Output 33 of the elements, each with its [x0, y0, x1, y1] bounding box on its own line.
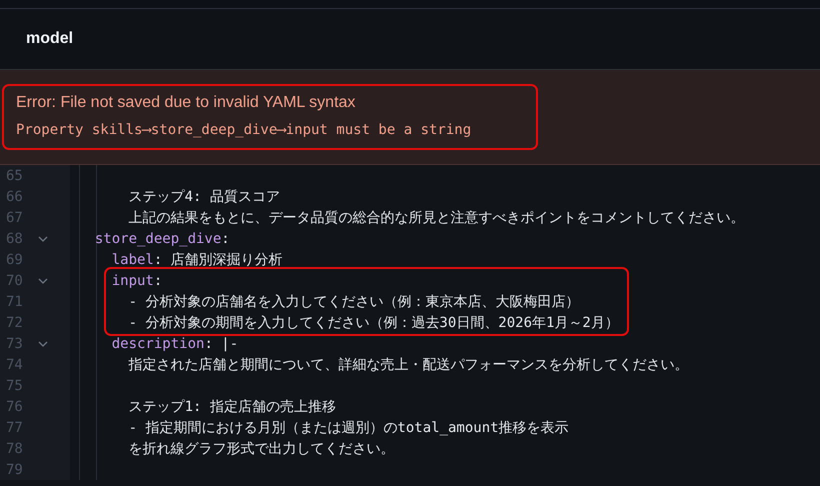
line-number: 70 [5, 272, 24, 288]
code-line: ステップ4: 品質スコア [128, 188, 280, 206]
chevron-down-icon[interactable] [38, 278, 48, 284]
code-line: - 分析対象の店舗名を入力してください（例：東京本店、大阪梅田店） [128, 292, 580, 310]
chevron-down-icon[interactable] [38, 340, 48, 346]
code-line: description: |- [110, 336, 238, 352]
line-number: 68 [5, 230, 24, 246]
code-line: store_deep_dive: [94, 230, 230, 246]
line-number: 75 [5, 378, 24, 394]
code-line: - 分析対象の期間を入力してください（例：過去30日間、2026年1月～2月） [128, 314, 619, 332]
line-number: 77 [5, 420, 24, 436]
page-title: model [26, 30, 74, 48]
code-line: - 指定期間における月別（または週別）のtotal_amount推移を表示 [128, 418, 569, 436]
line-number: 66 [5, 188, 24, 204]
code-line: 指定された店舗と期間について、詳細な売上・配送パフォーマンスを分析してください。 [128, 356, 689, 374]
code-line: label: 店舗別深掘り分析 [110, 250, 283, 268]
error-title: Error: File not saved due to invalid YAML syntax [16, 94, 356, 112]
line-number: 76 [5, 398, 24, 414]
line-number: 78 [5, 440, 24, 456]
line-number: 71 [5, 294, 24, 310]
code-line: input: [110, 272, 162, 288]
line-number: 72 [5, 314, 24, 330]
line-number: 67 [5, 210, 24, 226]
error-message: Property skills⟶store_deep_dive⟶input must be a string [16, 122, 472, 138]
line-number: 65 [5, 168, 24, 184]
code-line: 上記の結果をもとに、データ品質の総合的な所見と注意すべきポイントをコメントしてください。 [128, 208, 745, 226]
line-number: 79 [5, 462, 24, 478]
code-line: ステップ1: 指定店舗の売上推移 [128, 398, 336, 416]
line-number: 69 [5, 252, 24, 268]
line-number: 74 [5, 356, 24, 372]
line-number: 73 [5, 336, 24, 352]
code-line: を折れ線グラフ形式で出力してください。 [128, 440, 395, 458]
chevron-down-icon[interactable] [38, 236, 48, 242]
